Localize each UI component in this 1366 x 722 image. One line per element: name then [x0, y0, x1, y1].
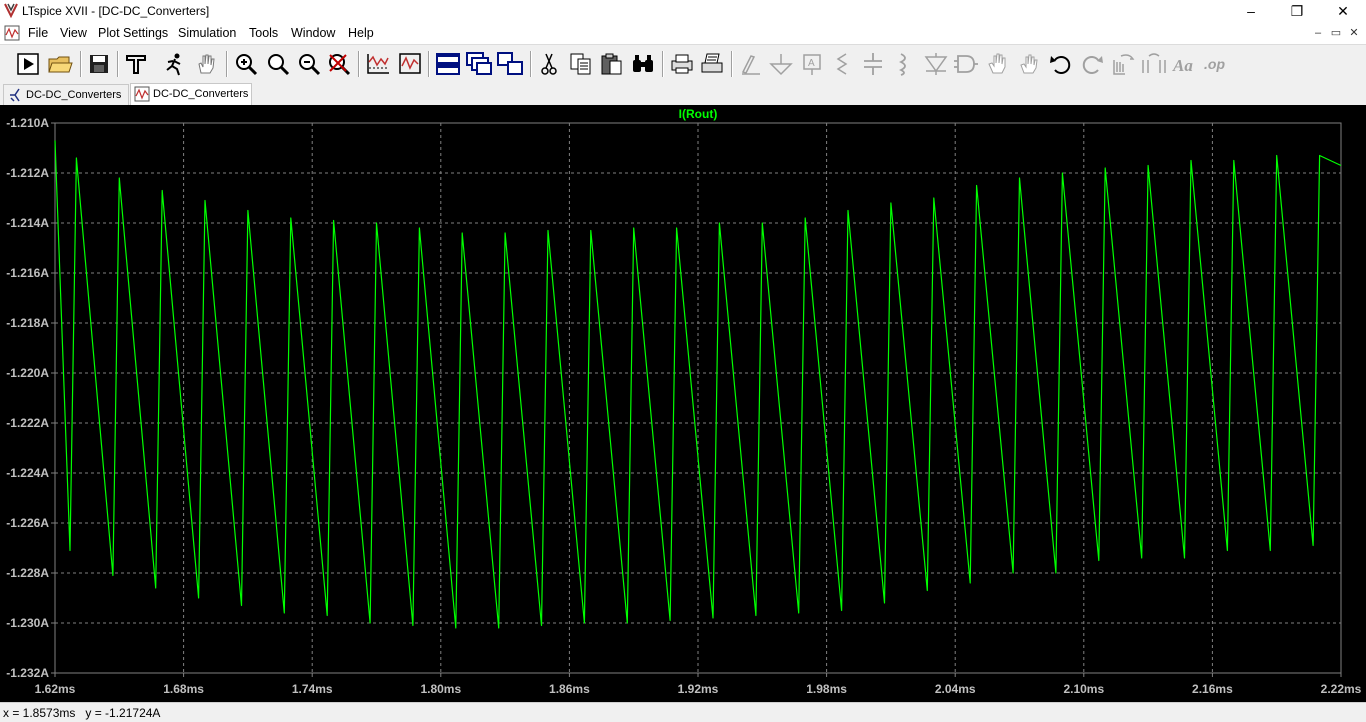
label-net-icon: A: [798, 50, 826, 78]
copy-icon[interactable]: [567, 50, 595, 78]
zoom-in-icon[interactable]: [232, 50, 260, 78]
maximize-button[interactable]: ❐: [1274, 0, 1320, 22]
y-tick-label: -1.226A: [6, 516, 49, 530]
x-tick-label: 1.80ms: [420, 682, 461, 696]
component-icon: [952, 50, 980, 78]
y-tick-label: -1.224A: [6, 466, 49, 480]
mdi-minimize-button[interactable]: –: [1310, 25, 1326, 41]
toolbar: A Aa .op: [0, 44, 1366, 84]
paste-icon[interactable]: [598, 50, 626, 78]
inductor-icon: [889, 50, 917, 78]
waveform-doc-icon[interactable]: [4, 25, 20, 41]
capacitor-icon: [859, 50, 887, 78]
status-bar: x = 1.8573ms y = -1.21724A: [0, 702, 1366, 722]
menu-tools[interactable]: Tools: [249, 26, 278, 40]
redo-icon: [1078, 50, 1106, 78]
menu-help[interactable]: Help: [348, 26, 374, 40]
run-icon[interactable]: [14, 50, 42, 78]
manual-limits-icon[interactable]: [396, 50, 424, 78]
x-tick-label: 1.92ms: [678, 682, 719, 696]
diode-icon: [922, 50, 950, 78]
trace-label[interactable]: I(Rout): [679, 107, 718, 121]
menu-plot-settings[interactable]: Plot Settings: [98, 26, 168, 40]
y-tick-label: -1.216A: [6, 266, 49, 280]
y-tick-label: -1.214A: [6, 216, 49, 230]
x-tick-label: 1.62ms: [35, 682, 76, 696]
title-bar: LTspice XVII - [DC-DC_Converters] – ❐ ✕: [0, 0, 1366, 22]
minimize-button[interactable]: –: [1228, 0, 1274, 22]
print-icon[interactable]: [668, 50, 696, 78]
spice-directive-icon: .op: [1203, 50, 1231, 78]
ltspice-app-icon: [4, 3, 18, 18]
x-tick-label: 1.86ms: [549, 682, 590, 696]
y-tick-label: -1.230A: [6, 616, 49, 630]
zoom-area-icon[interactable]: [264, 50, 292, 78]
mirror-icon: [1140, 50, 1168, 78]
x-tick-label: 2.04ms: [935, 682, 976, 696]
x-tick-label: 2.22ms: [1321, 682, 1362, 696]
resistor-icon: [828, 50, 856, 78]
autorange-icon[interactable]: [364, 50, 392, 78]
x-tick-label: 2.16ms: [1192, 682, 1233, 696]
tile-vertical-icon[interactable]: [496, 50, 524, 78]
print-setup-icon[interactable]: [698, 50, 726, 78]
waveform-plot[interactable]: -1.210A -1.212A -1.214A -1.216A -1.218A -1.22…: [0, 105, 1366, 702]
window-title: LTspice XVII - [DC-DC_Converters]: [22, 4, 210, 18]
cut-icon[interactable]: [535, 50, 563, 78]
close-button[interactable]: ✕: [1320, 0, 1366, 22]
waveform-icon: [134, 86, 150, 102]
cascade-icon[interactable]: [465, 50, 493, 78]
text-icon: Aa: [1171, 50, 1199, 78]
y-tick-label: -1.210A: [6, 116, 49, 130]
y-tick-label: -1.228A: [6, 566, 49, 580]
menu-simulation[interactable]: Simulation: [178, 26, 236, 40]
zoom-out-icon[interactable]: [295, 50, 323, 78]
cursor-readout: x = 1.8573ms y = -1.21724A: [3, 706, 161, 720]
wire-icon: [737, 50, 765, 78]
menu-view[interactable]: View: [60, 26, 87, 40]
tile-horizontal-icon[interactable]: [434, 50, 462, 78]
schematic-icon: [10, 88, 20, 102]
y-tick-label: -1.212A: [6, 166, 49, 180]
y-tick-label: -1.220A: [6, 366, 49, 380]
tab-waveform[interactable]: DC-DC_Converters: [130, 83, 252, 105]
plot-frame: [54, 122, 1342, 674]
svg-text:Aa: Aa: [1172, 56, 1193, 75]
mdi-restore-button[interactable]: ▭: [1328, 25, 1344, 41]
drag-icon: [1015, 50, 1043, 78]
svg-text:.op: .op: [1204, 56, 1225, 72]
menu-bar: File View Plot Settings Simulation Tools…: [0, 22, 1366, 44]
save-icon[interactable]: [85, 50, 113, 78]
control-panel-icon[interactable]: [122, 50, 150, 78]
menu-window[interactable]: Window: [291, 26, 335, 40]
y-tick-label: -1.218A: [6, 316, 49, 330]
ground-icon: [767, 50, 795, 78]
svg-text:A: A: [808, 58, 815, 69]
open-icon[interactable]: [46, 50, 74, 78]
x-tick-label: 2.10ms: [1063, 682, 1104, 696]
halt-icon[interactable]: [160, 50, 188, 78]
zoom-cancel-icon[interactable]: [325, 50, 353, 78]
mdi-close-button[interactable]: ✕: [1346, 25, 1362, 41]
tab-label: DC-DC_Converters: [26, 89, 122, 101]
x-tick-label: 1.74ms: [292, 682, 333, 696]
x-tick-label: 1.68ms: [163, 682, 204, 696]
pan-hand-icon[interactable]: [192, 50, 220, 78]
waveform-chart[interactable]: -1.210A -1.212A -1.214A -1.216A -1.218A -1.22…: [0, 105, 1366, 702]
y-tick-label: -1.222A: [6, 416, 49, 430]
tab-schematic[interactable]: DC-DC_Converters: [3, 84, 129, 105]
document-tabs: DC-DC_Converters DC-DC_Converters: [0, 83, 1366, 105]
find-icon[interactable]: [629, 50, 657, 78]
undo-icon[interactable]: [1047, 50, 1075, 78]
tab-label: DC-DC_Converters: [153, 88, 249, 100]
menu-file[interactable]: File: [28, 26, 48, 40]
rotate-icon: [1109, 50, 1137, 78]
y-tick-label: -1.232A: [6, 666, 49, 680]
x-tick-label: 1.98ms: [806, 682, 847, 696]
move-icon: [984, 50, 1012, 78]
